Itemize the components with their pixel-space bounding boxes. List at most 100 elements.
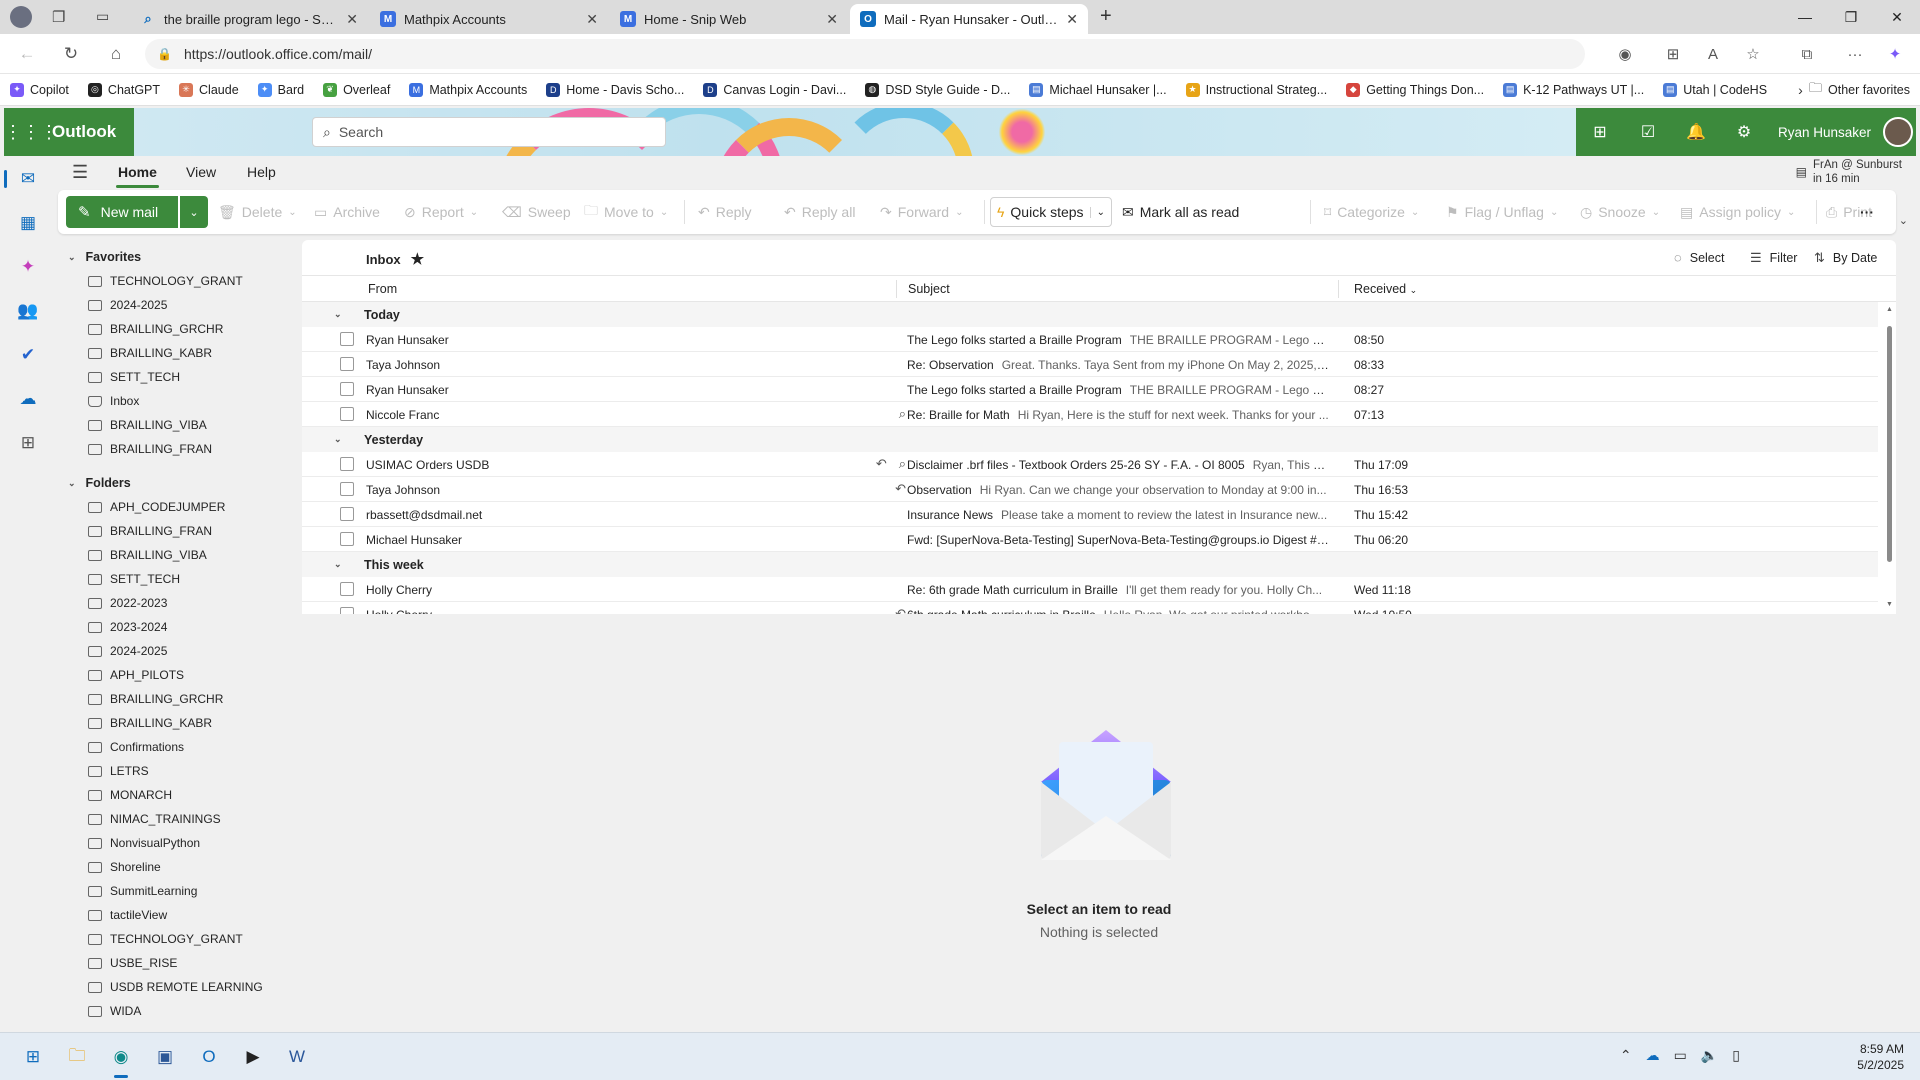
read-aloud-icon[interactable]: A	[1700, 42, 1726, 66]
new-mail-dropdown[interactable]: ⌄	[180, 196, 208, 228]
flag-button[interactable]: ⚑ Flag / Unflag ⌄	[1446, 197, 1558, 227]
message-row[interactable]: Taya Johnson Re: Observation Great. Thanks…	[302, 352, 1878, 377]
group-header[interactable]: ⌄ This week	[302, 552, 1878, 577]
reply-button[interactable]: ↶ Reply	[698, 197, 752, 227]
scroll-down-icon[interactable]: ▼	[1886, 601, 1893, 608]
favorite-item[interactable]: ✳ Claude	[179, 82, 239, 97]
favorite-item[interactable]: ◍ DSD Style Guide - D...	[865, 82, 1010, 97]
folder-item[interactable]: 2024-2025	[88, 298, 167, 312]
browser-tab-4[interactable]: O Mail - Ryan Hunsaker - Outlook ✕	[850, 4, 1088, 34]
column-from[interactable]: From	[368, 282, 397, 296]
column-received[interactable]: Received ⌄	[1354, 282, 1417, 296]
favorite-item[interactable]: ❦ Overleaf	[323, 82, 390, 97]
scroll-up-icon[interactable]: ▲	[1886, 306, 1893, 313]
tab-help[interactable]: Help	[247, 164, 276, 180]
close-icon[interactable]: ✕	[1066, 11, 1078, 28]
message-row[interactable]: Ryan Hunsaker The Lego folks started a Br…	[302, 377, 1878, 402]
waffle-icon[interactable]: ⋮⋮⋮	[4, 122, 58, 143]
folder-item[interactable]: SETT_TECH	[88, 572, 180, 586]
search-input[interactable]: ⌕ Search	[312, 117, 666, 147]
folder-item[interactable]: WIDA	[88, 1004, 141, 1018]
more-apps-icon[interactable]: ⊞	[13, 428, 43, 458]
outlook-taskbar-icon[interactable]: O	[194, 1042, 224, 1072]
favorite-item[interactable]: ▤ K-12 Pathways UT |...	[1503, 82, 1644, 97]
sort-button[interactable]: ⇅ By Date	[1814, 250, 1877, 266]
message-checkbox[interactable]	[340, 382, 354, 396]
favorite-star-icon[interactable]: ☆	[1740, 42, 1766, 66]
group-header[interactable]: ⌄ Yesterday	[302, 427, 1878, 452]
column-subject[interactable]: Subject	[908, 282, 950, 296]
tasks-icon[interactable]: ☑	[1624, 122, 1672, 142]
categorize-button[interactable]: ⌑ Categorize ⌄	[1324, 197, 1419, 227]
windows-start-icon[interactable]: ⊞	[18, 1042, 48, 1072]
calendar-icon[interactable]: ▦	[13, 208, 43, 238]
workspaces-icon[interactable]: ❐	[52, 8, 65, 26]
scrollbar-thumb[interactable]	[1887, 326, 1892, 562]
folder-item[interactable]: Confirmations	[88, 740, 184, 754]
collapse-ribbon-icon[interactable]: ⌄	[1899, 214, 1908, 227]
chevron-right-icon[interactable]: ›	[1798, 82, 1803, 98]
new-mail-button[interactable]: ✎ New mail	[66, 196, 178, 228]
message-row[interactable]: Holly Cherry↶6th grade Math curriculum i…	[302, 602, 1878, 614]
folder-item[interactable]: LETRS	[88, 764, 149, 778]
tracking-icon[interactable]: ◉	[1612, 42, 1638, 66]
mark-all-read-button[interactable]: ✉ Mark all as read	[1122, 197, 1239, 227]
snooze-button[interactable]: ◷ Snooze ⌄	[1580, 197, 1660, 227]
folders-header[interactable]: ⌄ Folders	[68, 476, 131, 490]
browser-tab-1[interactable]: ⌕ the braille program lego - Search ✕	[130, 4, 368, 34]
new-tab-icon[interactable]: +	[1100, 5, 1112, 28]
folder-item[interactable]: TECHNOLOGY_GRANT	[88, 932, 243, 946]
delete-button[interactable]: 🗑 Delete ⌄	[218, 197, 297, 227]
filter-button[interactable]: ☰ Filter	[1750, 250, 1797, 266]
gear-icon[interactable]: ⚙	[1720, 122, 1768, 142]
sweep-button[interactable]: ⌫ Sweep	[502, 197, 571, 227]
extensions-icon[interactable]: ⧉	[1794, 42, 1820, 66]
favorite-item[interactable]: ✦ Bard	[257, 82, 304, 97]
tab-view[interactable]: View	[186, 164, 216, 180]
folder-item[interactable]: TECHNOLOGY_GRANT	[88, 274, 243, 288]
favorite-item[interactable]: ★ Instructional Strateg...	[1185, 82, 1327, 97]
folder-item[interactable]: USDB REMOTE LEARNING	[88, 980, 263, 994]
network-icon[interactable]: ▭	[1674, 1047, 1687, 1064]
close-window-icon[interactable]: ✕	[1874, 0, 1920, 34]
favorite-item[interactable]: ▤ Utah | CodeHS	[1663, 82, 1767, 97]
close-icon[interactable]: ✕	[346, 11, 358, 28]
back-icon[interactable]: ←	[12, 40, 42, 68]
home-icon[interactable]: ⌂	[101, 40, 131, 68]
tab-home[interactable]: Home	[116, 164, 159, 188]
store-icon[interactable]: ▣	[150, 1042, 180, 1072]
select-button[interactable]: ◌ Select	[1674, 250, 1724, 265]
message-row[interactable]: rbassett@dsdmail.net Insurance News Please…	[302, 502, 1878, 527]
message-row[interactable]: Niccole Franc ⌕ Re: Braille for Math Hi Rya…	[302, 402, 1878, 427]
more-options-button[interactable]: ···	[1860, 197, 1874, 227]
archive-button[interactable]: ▭ Archive	[314, 197, 380, 227]
reply-all-button[interactable]: ↶ Reply all	[784, 197, 855, 227]
folder-item[interactable]: BRAILLING_FRAN	[88, 442, 212, 456]
apps-icon[interactable]: ⊞	[1660, 42, 1686, 66]
file-explorer-icon[interactable]: 🗀	[62, 1042, 92, 1072]
folder-item[interactable]: NonvisualPython	[88, 836, 200, 850]
folder-item[interactable]: 2023-2024	[88, 620, 167, 634]
user-name[interactable]: Ryan Hunsaker	[1778, 125, 1871, 140]
onedrive-icon[interactable]: ☁	[13, 384, 43, 414]
message-checkbox[interactable]	[340, 532, 354, 546]
message-row[interactable]: Michael Hunsaker Fwd: [SuperNova-Beta-Tes…	[302, 527, 1878, 552]
folder-item[interactable]: BRAILLING_KABR	[88, 346, 212, 360]
close-icon[interactable]: ✕	[826, 11, 838, 28]
volume-icon[interactable]: 🔈	[1701, 1047, 1718, 1064]
tab-actions-icon[interactable]: ▭	[96, 8, 109, 25]
bell-icon[interactable]: 🔔	[1672, 122, 1720, 142]
todo-icon[interactable]: ✔	[13, 340, 43, 370]
favorite-item[interactable]: ◆ Getting Things Don...	[1346, 82, 1484, 97]
favorite-item[interactable]: D Home - Davis Scho...	[546, 82, 684, 97]
favorite-item[interactable]: ▤ Michael Hunsaker |...	[1029, 82, 1167, 97]
battery-icon[interactable]: ▯	[1732, 1047, 1740, 1064]
folder-item[interactable]: 2024-2025	[88, 644, 167, 658]
folder-item[interactable]: BRAILLING_GRCHR	[88, 692, 223, 706]
assign-policy-button[interactable]: ▤ Assign policy ⌄	[1680, 197, 1795, 227]
refresh-icon[interactable]: ↻	[56, 40, 86, 68]
message-row[interactable]: Holly Cherry Re: 6th grade Math curriculu…	[302, 577, 1878, 602]
message-checkbox[interactable]	[340, 407, 354, 421]
browser-tab-2[interactable]: M Mathpix Accounts ✕	[370, 4, 608, 34]
favorite-item[interactable]: M Mathpix Accounts	[409, 82, 527, 97]
